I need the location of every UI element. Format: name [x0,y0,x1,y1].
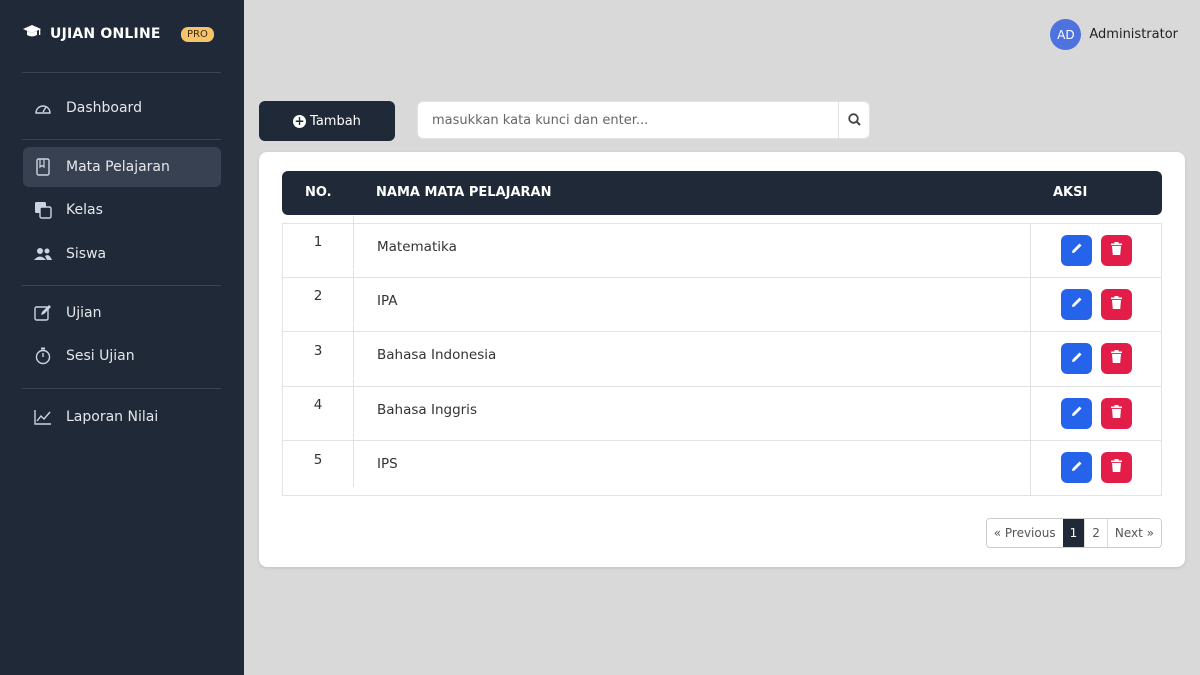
row-actions [1030,332,1162,386]
sidebar-item-dashboard[interactable]: Dashboard [23,88,221,128]
user-name: Administrator [1089,27,1178,42]
sidebar-item-siswa[interactable]: Siswa [23,234,221,274]
trash-icon [1111,459,1122,476]
edit-button[interactable] [1061,343,1092,375]
edit-button[interactable] [1061,452,1092,484]
row-actions [1030,224,1162,277]
sidebar-item-ujian[interactable]: Ujian [23,293,221,333]
divider [22,388,221,389]
pencil-icon [1071,296,1083,312]
pagination: « Previous 1 2 Next » [985,518,1162,548]
table-row: 4 Bahasa Inggris [282,378,1162,441]
pro-badge: PRO [181,27,214,42]
content-card: NO. NAMA MATA PELAJARAN AKSI 1 Matematik… [259,152,1185,567]
subject-name: IPA [377,292,398,309]
subject-name: Matematika [377,239,457,255]
brand-name: UJIAN ONLINE [50,26,161,42]
table-row: 3 Bahasa Indonesia [282,324,1162,387]
sidebar-item-kelas[interactable]: Kelas [23,190,221,230]
sidebar: UJIAN ONLINE PRO Dashboard Mata Pelajara… [0,0,244,675]
gauge-icon [33,98,53,118]
divider [22,285,221,286]
delete-button[interactable] [1101,452,1132,484]
row-actions [1030,277,1162,331]
pencil-icon [1071,460,1083,476]
table-body: 1 Matematika 2 IPA 3 Bahasa Indonesia 4 … [282,216,1162,496]
sidebar-item-label: Siswa [66,246,107,262]
search-button[interactable] [838,102,869,138]
stopwatch-icon [33,346,53,366]
avatar: AD [1050,19,1082,50]
subject-name: IPS [377,456,398,472]
edit-icon [33,303,53,323]
table-header: NO. NAMA MATA PELAJARAN AKSI [282,171,1162,215]
add-button-label: Tambah [310,113,361,129]
trash-icon [1111,404,1122,422]
sidebar-item-label: Ujian [66,305,102,321]
sidebar-item-label: Dashboard [66,100,142,116]
brand[interactable]: UJIAN ONLINE [22,24,161,44]
sidebar-item-label: Mata Pelajaran [66,159,170,175]
user-menu[interactable]: AD Administrator [1050,19,1178,50]
row-number: 5 [283,433,354,487]
row-actions [1030,386,1162,440]
sidebar-item-sesi-ujian[interactable]: Sesi Ujian [23,336,221,376]
sidebar-item-label: Laporan Nilai [66,409,159,425]
delete-button[interactable] [1101,343,1132,375]
table-row: 2 IPA [282,269,1162,332]
pagination-page-2[interactable]: 2 [1084,519,1107,547]
chart-line-icon [33,407,53,427]
plus-circle-icon: + [293,113,307,128]
pagination-next[interactable]: Next » [1106,519,1161,547]
pagination-page-1[interactable]: 1 [1062,519,1085,547]
delete-button[interactable] [1101,397,1132,429]
row-number: 4 [283,378,354,432]
table-row: 1 Matematika [282,216,1162,278]
row-number: 3 [283,324,354,378]
row-number: 1 [283,216,354,269]
users-icon [33,244,53,264]
divider [22,72,221,73]
divider [22,139,221,140]
copy-icon [33,200,53,220]
subject-name: Bahasa Indonesia [377,347,497,363]
delete-button[interactable] [1101,234,1132,266]
pagination-previous[interactable]: « Previous [986,519,1063,547]
graduation-cap-icon [22,24,42,44]
book-icon [33,157,53,177]
sidebar-item-mata-pelajaran[interactable]: Mata Pelajaran [23,147,221,187]
delete-button[interactable] [1101,288,1132,320]
sidebar-item-laporan-nilai[interactable]: Laporan Nilai [23,397,221,437]
edit-button[interactable] [1061,397,1092,429]
pencil-icon [1071,405,1083,421]
pencil-icon [1071,242,1083,258]
search-bar [417,101,870,139]
search-input[interactable] [418,102,838,138]
add-button[interactable]: + Tambah [259,101,395,141]
trash-icon [1111,241,1122,259]
subject-name: Bahasa Inggris [377,401,477,418]
table-row: 5 IPS [282,433,1162,496]
pencil-icon [1071,351,1083,367]
column-header-action: AKSI [1053,185,1088,200]
trash-icon [1111,350,1122,367]
trash-icon [1111,295,1122,313]
sidebar-item-label: Kelas [66,202,103,218]
edit-button[interactable] [1061,234,1092,266]
search-icon [847,111,861,130]
edit-button[interactable] [1061,288,1092,320]
sidebar-item-label: Sesi Ujian [66,348,135,364]
row-number: 2 [283,269,354,323]
row-actions [1030,441,1162,495]
column-header-name: NAMA MATA PELAJARAN [376,185,552,200]
column-header-no: NO. [305,185,332,200]
